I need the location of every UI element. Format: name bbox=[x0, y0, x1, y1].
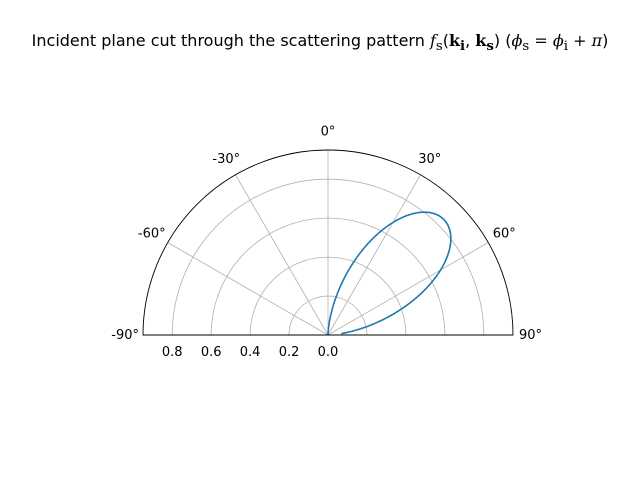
series-layer bbox=[327, 211, 452, 336]
theta-tick-label-5: 60° bbox=[493, 226, 516, 241]
theta-gridline-1 bbox=[167, 242, 329, 336]
r-tick-label-0: 0.8 bbox=[162, 345, 183, 360]
r-tick-label-1: 0.6 bbox=[201, 345, 222, 360]
r-tick-label-2: 0.4 bbox=[240, 345, 261, 360]
polar-grid bbox=[167, 150, 489, 336]
polar-plot: -90° -60° -30° 0° 30° 60° 90° 0.8 0.6 0.4 0.2 0.0 bbox=[111, 125, 542, 361]
theta-gridline-5 bbox=[327, 242, 489, 336]
theta-tick-label-1: -60° bbox=[138, 226, 166, 241]
theta-tick-label-2: -30° bbox=[212, 152, 240, 167]
tick-labels: -90° -60° -30° 0° 30° 60° 90° 0.8 0.6 0.4 0.2 0.0 bbox=[111, 125, 542, 361]
theta-gridline-2 bbox=[235, 174, 329, 336]
r-tick-label-3: 0.2 bbox=[279, 345, 300, 360]
theta-tick-label-4: 30° bbox=[418, 152, 441, 167]
series-line-0 bbox=[327, 211, 452, 336]
theta-tick-label-6: 90° bbox=[519, 328, 542, 343]
theta-tick-label-3: 0° bbox=[321, 125, 336, 140]
theta-gridline-4 bbox=[327, 174, 421, 336]
r-tick-label-4: 0.0 bbox=[318, 345, 339, 360]
theta-tick-label-0: -90° bbox=[111, 328, 139, 343]
